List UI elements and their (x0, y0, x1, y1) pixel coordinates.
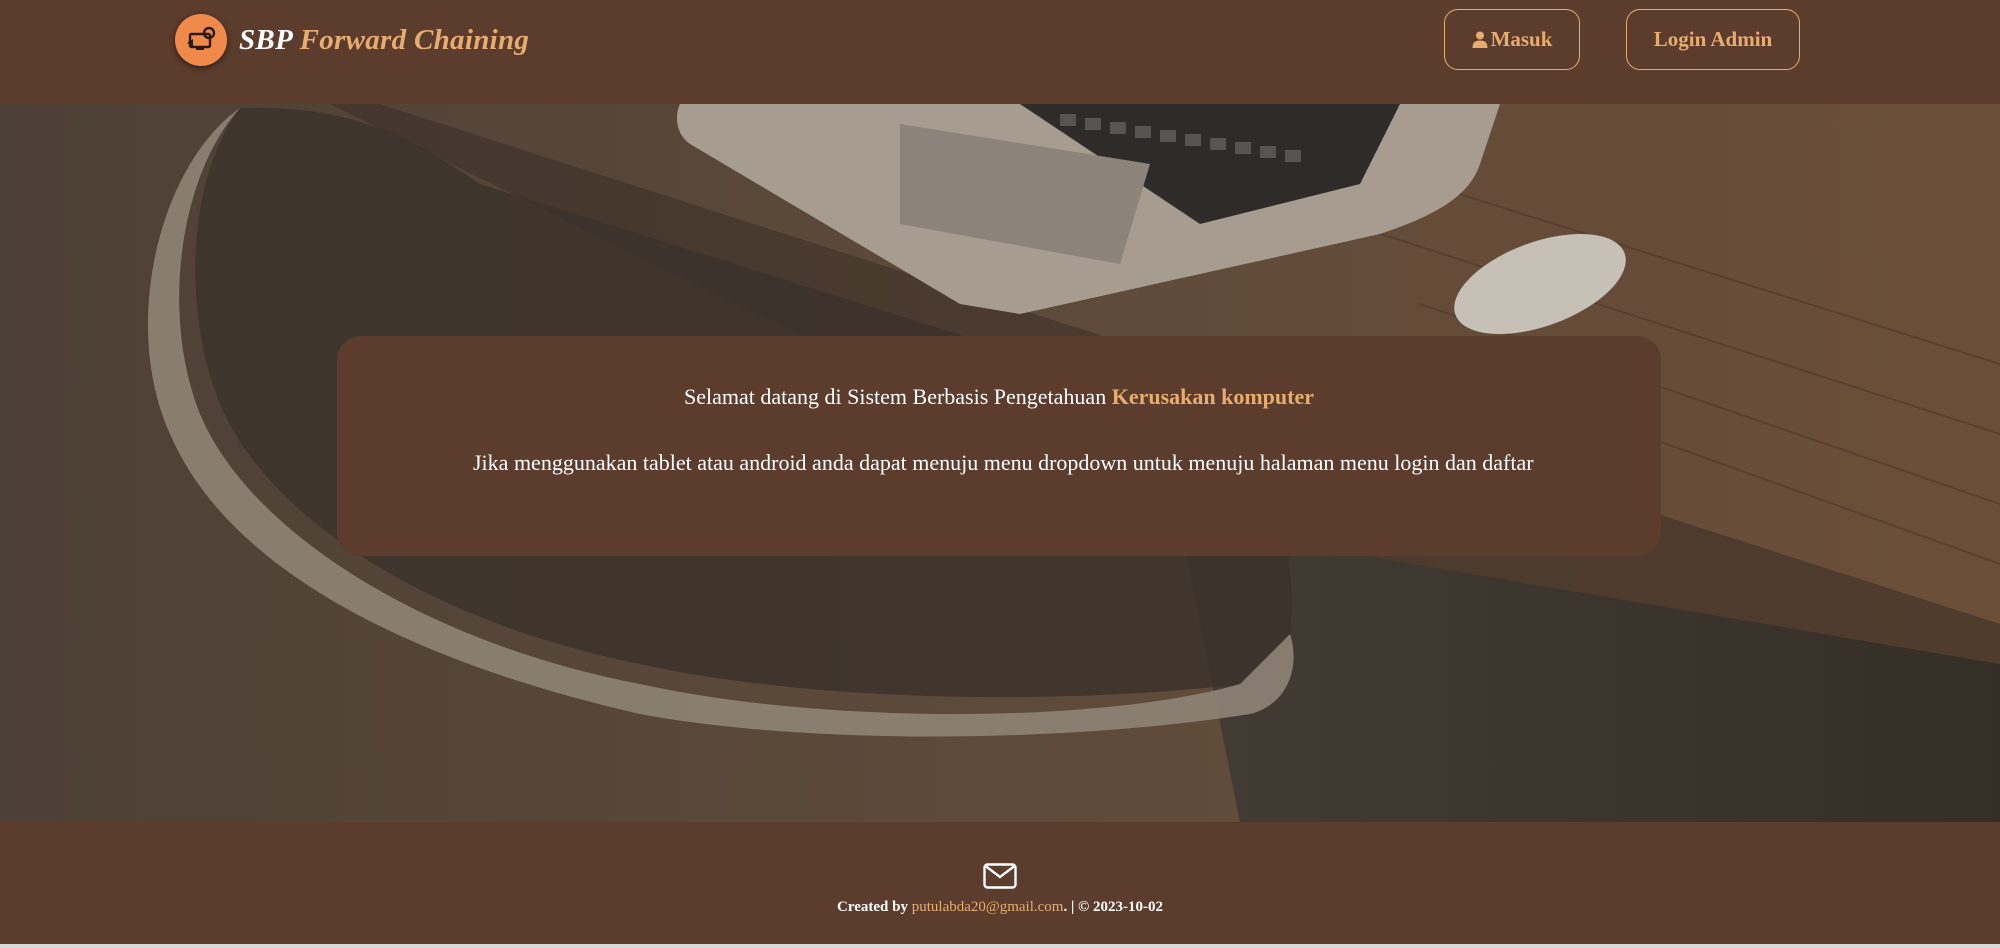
brand-forward-chaining: Forward Chaining (299, 23, 530, 56)
bottom-strip (0, 944, 2000, 948)
footer-suffix: . | © 2023-10-02 (1063, 899, 1163, 915)
masuk-label: Masuk (1490, 27, 1553, 51)
envelope-icon[interactable] (983, 863, 1017, 889)
footer: Created by putulabda20@gmail.com. | © 20… (0, 822, 2000, 944)
footer-email-link[interactable]: putulabda20@gmail.com (912, 899, 1064, 915)
login-admin-label: Login Admin (1653, 27, 1773, 51)
navbar: SBP Forward Chaining Masuk Login Admin (0, 0, 2000, 104)
masuk-button[interactable]: Masuk (1444, 9, 1580, 70)
login-admin-button[interactable]: Login Admin (1626, 9, 1800, 70)
brand-title: SBP Forward Chaining (239, 24, 529, 57)
brand-sbp: SBP (239, 23, 293, 56)
info-message: Jika menggunakan tablet atau android and… (473, 450, 1534, 475)
welcome-card: Selamat datang di Sistem Berbasis Penget… (337, 336, 1661, 556)
footer-created-by: Created by (837, 899, 912, 915)
computer-repair-logo-icon (175, 14, 227, 66)
welcome-highlight: Kerusakan komputer (1111, 384, 1314, 409)
welcome-message: Selamat datang di Sistem Berbasis Penget… (337, 384, 1661, 410)
footer-credits: Created by putulabda20@gmail.com. | © 20… (0, 899, 2000, 916)
welcome-prefix: Selamat datang di Sistem Berbasis Penget… (684, 384, 1112, 409)
user-icon (1472, 31, 1488, 48)
hero-section: Selamat datang di Sistem Berbasis Penget… (0, 104, 2000, 822)
brand[interactable]: SBP Forward Chaining (175, 14, 529, 66)
